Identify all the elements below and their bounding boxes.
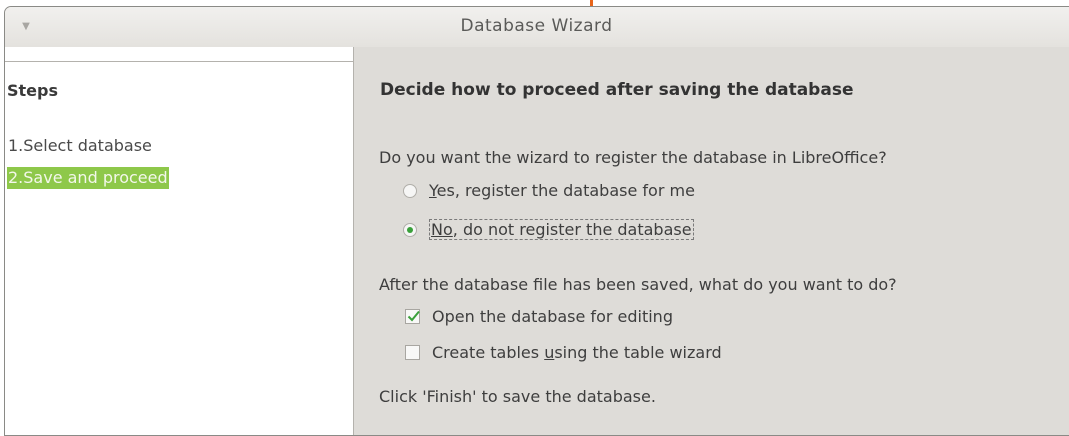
register-no-radio[interactable] bbox=[403, 222, 417, 237]
page-heading: Decide how to proceed after saving the d… bbox=[380, 80, 854, 100]
create-tables-rest: sing the table wizard bbox=[554, 343, 722, 362]
register-yes-rest: es, register the database for me bbox=[436, 181, 695, 200]
create-tables-option[interactable]: Create tables using the table wizard bbox=[405, 343, 722, 362]
register-yes-option[interactable]: Yes, register the database for me bbox=[403, 181, 695, 200]
register-no-label[interactable]: No, do not register the database bbox=[429, 219, 694, 240]
create-tables-mnemonic: u bbox=[544, 343, 555, 362]
window-title: Database Wizard bbox=[460, 16, 613, 36]
checkmark-icon bbox=[407, 310, 420, 322]
database-wizard-window: ▼ Database Wizard Steps 1.Select databas… bbox=[4, 6, 1069, 436]
open-for-editing-checkbox[interactable] bbox=[405, 309, 420, 324]
register-no-option[interactable]: No, do not register the database bbox=[403, 219, 694, 240]
create-tables-label[interactable]: Create tables using the table wizard bbox=[432, 343, 722, 362]
step-select-database[interactable]: 1.Select database bbox=[7, 135, 153, 157]
title-bar[interactable]: ▼ Database Wizard bbox=[5, 7, 1069, 48]
step-save-and-proceed[interactable]: 2.Save and proceed bbox=[7, 167, 169, 189]
register-no-mnemonic: No bbox=[431, 220, 453, 239]
create-tables-prefix: Create tables bbox=[432, 343, 545, 362]
register-question: Do you want the wizard to register the d… bbox=[379, 148, 887, 167]
create-tables-checkbox[interactable] bbox=[405, 345, 420, 360]
steps-divider bbox=[5, 61, 353, 62]
register-yes-label[interactable]: Yes, register the database for me bbox=[429, 181, 695, 200]
steps-heading: Steps bbox=[7, 81, 58, 100]
content-pane: Decide how to proceed after saving the d… bbox=[354, 47, 1069, 435]
finish-note: Click 'Finish' to save the database. bbox=[379, 387, 656, 406]
steps-pane: Steps 1.Select database 2.Save and proce… bbox=[5, 47, 354, 435]
register-yes-mnemonic: Y bbox=[429, 181, 437, 200]
register-no-rest: , do not register the database bbox=[452, 220, 692, 239]
register-yes-radio[interactable] bbox=[403, 183, 417, 198]
after-save-question: After the database file has been saved, … bbox=[379, 275, 897, 294]
open-for-editing-option[interactable]: Open the database for editing bbox=[405, 307, 673, 326]
open-for-editing-label[interactable]: Open the database for editing bbox=[432, 307, 673, 326]
